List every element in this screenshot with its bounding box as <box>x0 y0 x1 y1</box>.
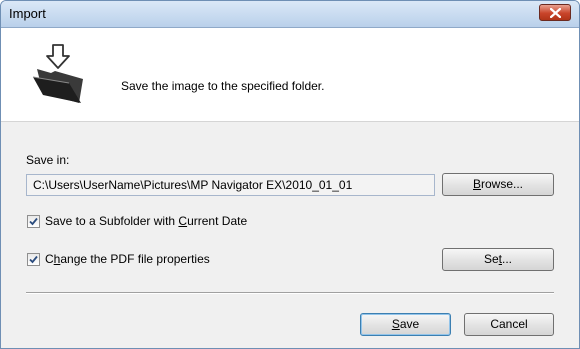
window-title: Import <box>9 6 46 21</box>
checkmark-icon <box>29 255 38 264</box>
checkmark-icon <box>29 217 38 226</box>
header-message: Save the image to the specified folder. <box>121 79 325 93</box>
divider <box>26 292 554 294</box>
save-path-input[interactable] <box>26 174 435 196</box>
dialog-header: Save the image to the specified folder. <box>1 28 579 122</box>
set-button[interactable]: Set... <box>442 248 554 271</box>
save-button[interactable]: Save <box>360 313 451 336</box>
title-bar[interactable]: Import <box>1 1 579 28</box>
import-dialog: Import Save the image to the specified f… <box>0 0 580 349</box>
close-button[interactable] <box>539 4 571 21</box>
browse-button[interactable]: Browse... <box>442 173 554 196</box>
subfolder-label[interactable]: Save to a Subfolder with Current Date <box>45 214 247 228</box>
pdf-properties-checkbox[interactable] <box>27 253 40 266</box>
save-to-folder-icon <box>32 44 83 103</box>
subfolder-checkbox[interactable] <box>27 215 40 228</box>
close-icon <box>550 8 561 18</box>
save-in-label: Save in: <box>26 153 70 167</box>
pdf-properties-label[interactable]: Change the PDF file properties <box>45 252 210 266</box>
cancel-button[interactable]: Cancel <box>464 313 554 336</box>
